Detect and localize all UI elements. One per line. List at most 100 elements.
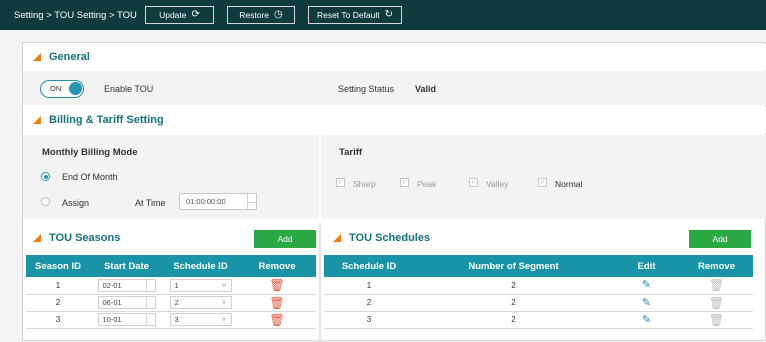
section-marker-icon	[33, 53, 41, 61]
section-marker-icon	[333, 234, 341, 242]
start-date-input[interactable]: 02-01	[97, 278, 156, 292]
at-time-spinner[interactable]	[247, 194, 256, 209]
col-number-of-segment: Number of Segment	[414, 255, 613, 277]
schedule-id-cell: 2	[324, 294, 414, 312]
toggle-state-label: ON	[50, 84, 62, 93]
start-date-input[interactable]: 06-01	[97, 296, 156, 309]
schedules-title: TOU Schedules	[349, 232, 431, 244]
table-row: 3 10-01 3 ∨ 🗑	[26, 311, 316, 329]
table-row: 3 2 ✎ 🗑	[324, 311, 753, 329]
assign-label: Assign	[62, 198, 90, 208]
seasons-table: Season ID Start Date Schedule ID Remove …	[26, 255, 316, 329]
billing-section-header: Billing & Tariff Setting	[23, 107, 766, 133]
schedule-id-select[interactable]: 3 ∨	[169, 313, 232, 326]
segments-cell: 2	[414, 311, 613, 329]
end-of-month-radio[interactable]	[41, 172, 50, 181]
enable-tou-toggle[interactable]: ON	[40, 80, 84, 98]
date-spinner[interactable]	[145, 279, 155, 291]
end-of-month-label: End Of Month	[62, 172, 118, 182]
col-schedule-id: Schedule ID	[163, 255, 238, 277]
at-time-value: 01:00:00:00	[186, 197, 226, 206]
peak-checkbox: ✓	[400, 178, 409, 187]
setting-status-label: Setting Status	[338, 84, 395, 94]
col-remove: Remove	[680, 255, 753, 277]
peak-label: Peak	[417, 179, 437, 189]
sharp-label: Sharp	[353, 179, 376, 189]
segments-cell: 2	[414, 277, 613, 295]
restore-label: Restore	[239, 10, 270, 20]
reset-to-default-button[interactable]: Reset To Default ↻	[308, 6, 402, 24]
at-time-input[interactable]: 01:00:00:00	[179, 193, 257, 210]
schedule-id-value: 1	[174, 280, 179, 290]
table-row: 2 06-01 2 ∨ 🗑	[26, 294, 316, 312]
season-id-cell: 2	[26, 294, 90, 312]
start-date-input[interactable]: 10-01	[97, 313, 156, 326]
restore-button[interactable]: Restore ◷	[227, 6, 295, 24]
top-bar: Setting > TOU Setting > TOU Update ⟳ Res…	[0, 0, 766, 30]
start-date-value: 06-01	[102, 298, 122, 307]
update-button[interactable]: Update ⟳	[145, 6, 214, 24]
edit-icon[interactable]: ✎	[642, 314, 651, 326]
breadcrumb: Setting > TOU Setting > TOU	[14, 9, 137, 21]
reset-label: Reset To Default	[316, 10, 380, 20]
add-season-button[interactable]: Add	[254, 230, 316, 248]
col-remove: Remove	[238, 255, 316, 277]
schedule-id-cell: 3	[324, 311, 414, 329]
trash-icon[interactable]: 🗑	[269, 313, 284, 327]
billing-title: Billing & Tariff Setting	[49, 114, 164, 126]
date-spinner[interactable]	[145, 314, 155, 325]
table-row: 2 2 ✎ 🗑	[324, 294, 753, 312]
season-id-cell: 3	[26, 311, 90, 329]
at-time-label: At Time	[135, 198, 166, 208]
col-season-id: Season ID	[26, 255, 90, 277]
tou-settings-panel: General ON Enable TOU Setting Status Val…	[22, 42, 766, 342]
start-date-value: 10-01	[102, 315, 122, 324]
reset-icon: ↻	[384, 9, 394, 20]
date-spinner[interactable]	[145, 297, 155, 308]
add-schedule-button[interactable]: Add	[689, 230, 751, 248]
tariff-title: Tariff	[339, 147, 363, 158]
column-divider	[319, 223, 321, 342]
schedule-id-cell: 1	[324, 277, 414, 295]
chevron-down-icon: ∨	[221, 316, 227, 323]
table-row: 1 2 ✎ 🗑	[324, 277, 753, 295]
trash-icon[interactable]: 🗑	[269, 296, 284, 310]
history-icon: ◷	[274, 9, 283, 20]
setting-status-value: Valid	[415, 84, 437, 94]
seasons-title: TOU Seasons	[49, 232, 121, 244]
schedule-id-value: 3	[174, 315, 179, 324]
chevron-down-icon: ∨	[221, 299, 227, 306]
enable-tou-label: Enable TOU	[104, 84, 154, 94]
schedule-id-select[interactable]: 1 ∨	[169, 278, 232, 292]
edit-icon[interactable]: ✎	[642, 279, 651, 291]
col-edit: Edit	[613, 255, 680, 277]
season-id-cell: 1	[26, 277, 90, 295]
monthly-billing-mode-title: Monthly Billing Mode	[42, 147, 138, 158]
general-title: General	[49, 51, 90, 63]
update-label: Update	[159, 10, 187, 20]
edit-icon[interactable]: ✎	[642, 297, 651, 309]
table-row: 1 02-01 1 ∨ 🗑	[26, 277, 316, 295]
chevron-down-icon: ∨	[221, 281, 227, 289]
refresh-icon: ⟳	[191, 9, 200, 20]
normal-checkbox[interactable]: ✓	[538, 178, 547, 187]
assign-radio[interactable]	[41, 197, 50, 206]
normal-label: Normal	[555, 179, 583, 189]
tariff-area	[321, 135, 766, 219]
schedules-table: Schedule ID Number of Segment Edit Remov…	[324, 255, 753, 329]
section-marker-icon	[33, 116, 41, 124]
valley-checkbox: ✓	[469, 178, 478, 187]
section-marker-icon	[33, 234, 41, 242]
trash-icon[interactable]: 🗑	[269, 278, 284, 292]
col-start-date: Start Date	[90, 255, 163, 277]
valley-label: Valley	[486, 179, 509, 189]
general-section-header: General	[23, 44, 766, 70]
trash-icon: 🗑	[708, 312, 725, 327]
toggle-knob	[69, 82, 82, 95]
trash-icon: 🗑	[708, 295, 725, 310]
segments-cell: 2	[414, 294, 613, 312]
col-schedule-id: Schedule ID	[324, 255, 414, 277]
sharp-checkbox: ✓	[336, 178, 345, 187]
start-date-value: 02-01	[102, 280, 122, 290]
schedule-id-select[interactable]: 2 ∨	[169, 296, 232, 309]
